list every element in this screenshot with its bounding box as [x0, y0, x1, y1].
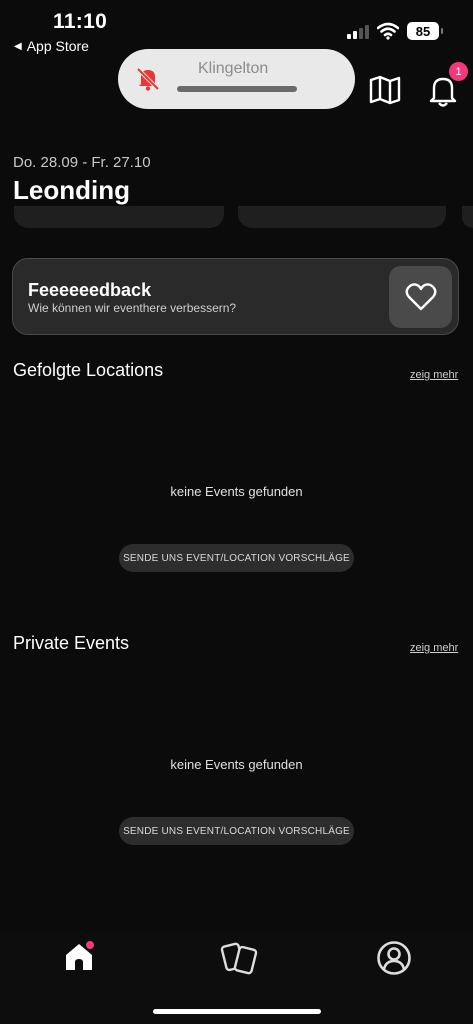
suggest-event-button[interactable]: SENDE UNS EVENT/LOCATION VORSCHLÄGE — [119, 817, 354, 845]
back-triangle-icon: ◀ — [14, 40, 22, 52]
map-icon[interactable] — [368, 74, 402, 106]
empty-state-text: keine Events gefunden — [170, 757, 303, 772]
home-indicator — [153, 1009, 321, 1014]
section-title-private-events: Private Events — [13, 633, 130, 653]
feedback-subtitle: Wie können wir eventhere verbessern? — [28, 301, 237, 315]
show-more-link[interactable]: zeig mehr — [410, 642, 458, 654]
date-range[interactable]: Do. 28.09 - Fr. 27.10 — [13, 154, 151, 171]
cellular-signal-icon — [347, 25, 369, 39]
wifi-icon — [377, 22, 399, 40]
battery-indicator: 85 — [407, 22, 443, 40]
suggest-event-button[interactable]: SENDE UNS EVENT/LOCATION VORSCHLÄGE — [119, 544, 354, 572]
home-indicator-dot — [86, 941, 94, 949]
ringer-volume-bar — [177, 86, 297, 92]
notification-badge: 1 — [449, 62, 468, 81]
section-title-followed-locations: Gefolgte Locations — [13, 360, 164, 380]
city-title[interactable]: Leonding — [13, 175, 130, 206]
back-to-app-store-link[interactable]: ◀ App Store — [14, 38, 89, 54]
profile-icon[interactable] — [375, 940, 413, 976]
heart-icon — [405, 283, 436, 311]
ringer-label: Klingelton — [198, 60, 269, 77]
feedback-heart-button[interactable] — [389, 266, 452, 328]
event-card-peek[interactable] — [14, 206, 224, 228]
cards-icon[interactable] — [219, 940, 261, 976]
bell-slash-icon — [136, 67, 160, 91]
show-more-link[interactable]: zeig mehr — [410, 369, 458, 381]
event-card-peek[interactable] — [238, 206, 446, 228]
feedback-title: Feeeeeedback — [28, 280, 152, 300]
back-label: App Store — [26, 38, 89, 54]
status-time: 11:10 — [53, 10, 108, 33]
event-card-peek[interactable] — [462, 206, 473, 228]
empty-state-text: keine Events gefunden — [170, 484, 303, 499]
